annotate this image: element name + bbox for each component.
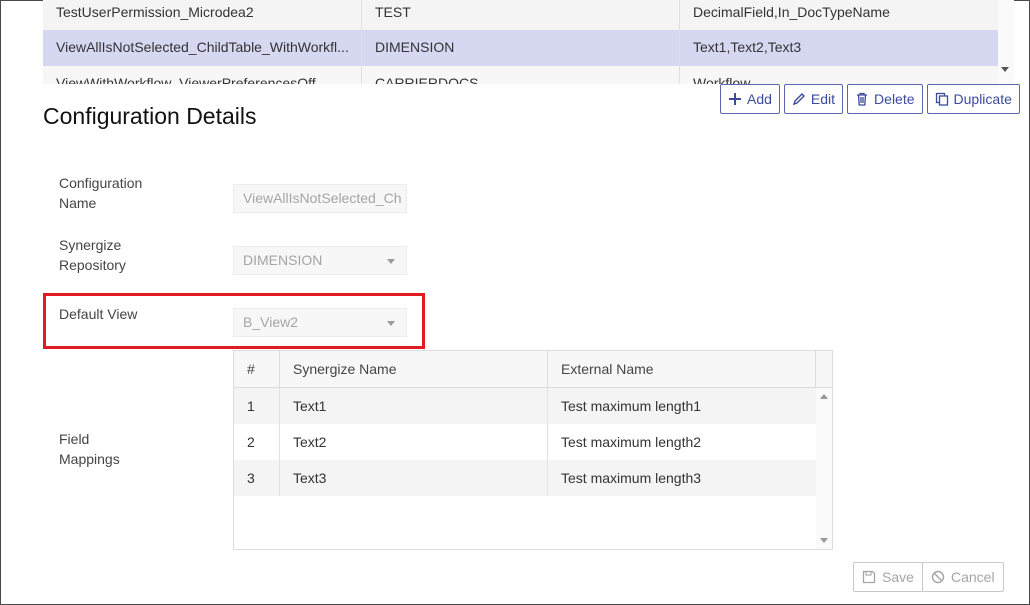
table-row[interactable]: 1 Text1 Test maximum length1 [234, 388, 816, 424]
header-spacer [816, 351, 832, 387]
page-title: Configuration Details [43, 103, 257, 129]
table-scrollbar[interactable] [998, 0, 1014, 84]
label-line: Name [59, 195, 97, 211]
scroll-up-icon[interactable] [820, 394, 828, 399]
label-line: Configuration [59, 175, 143, 191]
duplicate-label: Duplicate [953, 91, 1012, 107]
config-name-field[interactable]: ViewAllIsNotSelected_Ch [233, 184, 407, 213]
edit-label: Edit [810, 91, 836, 107]
repository-value: DIMENSION [243, 252, 323, 268]
save-label: Save [882, 569, 914, 585]
field-mappings-label: Field Mappings [59, 429, 120, 469]
table-row[interactable]: 3 Text3 Test maximum length3 [234, 460, 816, 496]
default-view-select[interactable]: B_View2 [233, 308, 407, 337]
synergize-name-cell: Text2 [280, 424, 548, 460]
floppy-icon [862, 570, 876, 584]
column-header-external-name[interactable]: External Name [548, 351, 816, 387]
external-name-cell: Test maximum length2 [561, 434, 702, 450]
default-view-label: Default View [59, 306, 138, 322]
fields-cell: Workflow [693, 75, 751, 84]
copy-icon [935, 92, 948, 106]
edit-button[interactable]: Edit [783, 84, 844, 114]
external-name-cell: Test maximum length3 [561, 470, 702, 486]
action-toolbar: Add Edit Delete Duplicate [720, 84, 1020, 114]
repository-cell: CARRIERDOCS [362, 66, 680, 84]
external-name-cell: Test maximum length1 [561, 398, 702, 414]
config-name-value: ViewAllIsNotSelected_Ch [243, 190, 402, 206]
column-header-number[interactable]: # [234, 351, 280, 387]
column-header-synergize-name[interactable]: Synergize Name [280, 351, 548, 387]
cancel-label: Cancel [951, 569, 995, 585]
trash-icon [857, 92, 868, 106]
row-number: 2 [234, 424, 280, 460]
config-name-label: Configuration Name [59, 173, 142, 213]
grid-scrollbar[interactable] [816, 388, 832, 549]
row-number: 1 [234, 388, 280, 424]
repository-cell: DIMENSION [362, 30, 680, 66]
configurations-table: TestUserPermission_Microdea2 TEST Decima… [43, 0, 998, 84]
delete-button[interactable]: Delete [847, 84, 923, 114]
label-line: Repository [59, 257, 126, 273]
repository-label: Synergize Repository [59, 235, 126, 275]
plus-icon [729, 93, 741, 105]
repository-select[interactable]: DIMENSION [233, 246, 407, 275]
table-row[interactable]: 2 Text2 Test maximum length2 [234, 424, 816, 460]
delete-label: Delete [874, 91, 915, 107]
fields-cell: Text1,Text2,Text3 [693, 39, 802, 55]
label-line: Field [59, 431, 90, 447]
ban-icon [931, 570, 945, 584]
save-button[interactable]: Save [853, 562, 923, 592]
cancel-button[interactable]: Cancel [922, 562, 1004, 592]
scroll-down-icon[interactable] [820, 538, 828, 543]
scroll-down-icon[interactable] [1001, 67, 1009, 72]
label-line: Mappings [59, 451, 120, 467]
table-row[interactable]: ViewWithWorkflow_ViewerPreferencesOff CA… [43, 66, 998, 84]
chevron-down-icon [387, 321, 395, 326]
table-row-selected[interactable]: ViewAllIsNotSelected_ChildTable_WithWork… [43, 30, 998, 66]
label-line: Synergize [59, 237, 122, 253]
synergize-name-cell: Text1 [280, 388, 548, 424]
synergize-name-cell: Text3 [280, 460, 548, 496]
config-name-cell: ViewWithWorkflow_ViewerPreferencesOff [43, 66, 362, 84]
pencil-icon [792, 93, 805, 106]
duplicate-button[interactable]: Duplicate [926, 84, 1020, 114]
add-button[interactable]: Add [720, 84, 780, 114]
chevron-down-icon [387, 259, 395, 264]
field-mappings-grid: # Synergize Name External Name 1 Text1 T… [233, 350, 833, 550]
config-name-cell: ViewAllIsNotSelected_ChildTable_WithWork… [43, 30, 362, 66]
row-number: 3 [234, 460, 280, 496]
grid-header: # Synergize Name External Name [234, 351, 832, 388]
default-view-value: B_View2 [243, 314, 299, 330]
add-label: Add [747, 91, 772, 107]
